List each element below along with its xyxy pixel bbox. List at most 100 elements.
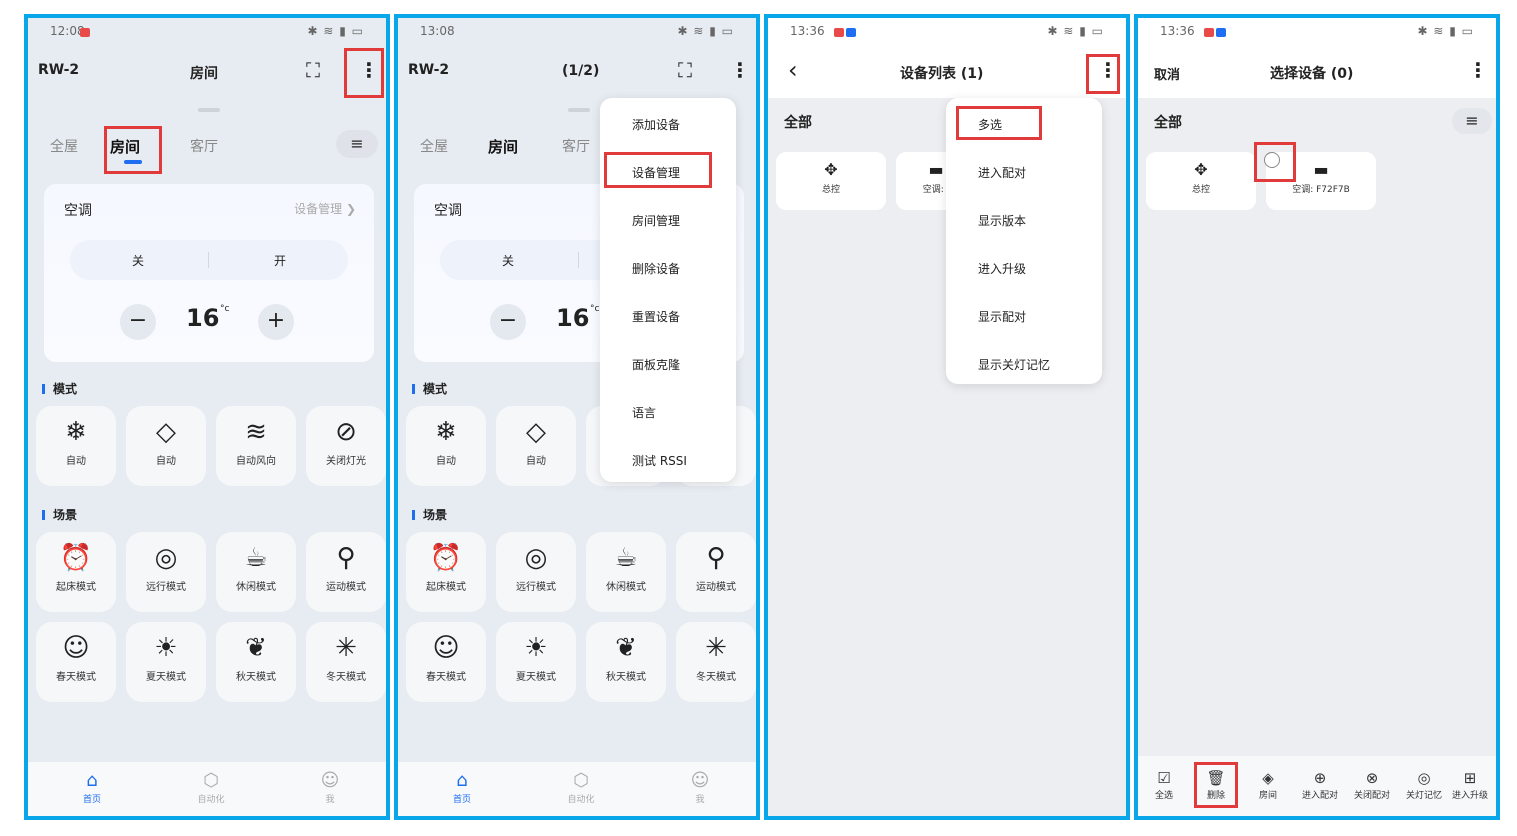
scene-button[interactable]: ❦ 秋天模式: [216, 622, 296, 702]
list-menu-icon[interactable]: ≡: [1452, 108, 1492, 134]
scene-button[interactable]: ☺ 春天模式: [406, 622, 486, 702]
screen-room-menu: 13:08 ✱ ≋ ▮ ▭ RW-2 (1/2) ⛶ ⋮ 全屋 房间 客厅 空调…: [394, 14, 760, 820]
mode-button[interactable]: ◇ 自动: [126, 406, 206, 486]
highlight-select: [1254, 142, 1296, 182]
cancel-button[interactable]: 取消: [1154, 64, 1180, 83]
tab-whole-house[interactable]: 全屋: [420, 136, 448, 156]
scene-button[interactable]: ☺ 春天模式: [36, 622, 116, 702]
scene-button[interactable]: ◎ 远行模式: [496, 532, 576, 612]
more-menu: 添加设备 设备管理 房间管理 删除设备 重置设备 面板克隆 语言 测试 RSSI: [600, 98, 736, 482]
dumbbell-icon: ⚲: [706, 543, 726, 573]
select-all-button[interactable]: ☑ 全选: [1138, 768, 1190, 801]
temp-decrease-button[interactable]: −: [490, 304, 526, 340]
close-pairing-button[interactable]: ⊗ 关闭配对: [1346, 768, 1398, 801]
scene-button[interactable]: ☕ 休闲模式: [586, 532, 666, 612]
drag-handle[interactable]: [568, 108, 590, 112]
menu-item-show-version[interactable]: 显示版本: [978, 212, 1026, 229]
device-card[interactable]: ✥ 总控: [1146, 152, 1256, 210]
status-bar: 13:36 ✱ ≋ ▮ ▭: [1138, 22, 1496, 42]
screen-device-list: 13:36 ✱ ≋ ▮ ▭ ‹ 设备列表 (1) ⋮ 全部 ✥ 总控 ▬ 空调: I…: [764, 14, 1130, 820]
scene-button[interactable]: ⏰ 起床模式: [36, 532, 116, 612]
scan-icon[interactable]: ⛶: [306, 58, 320, 82]
mode-button[interactable]: ❄ 自动: [406, 406, 486, 486]
room-button[interactable]: ◈ 房间: [1242, 768, 1294, 801]
menu-item-show-pairing[interactable]: 显示配对: [978, 308, 1026, 325]
flower-icon: ☺: [62, 633, 90, 663]
menu-item-language[interactable]: 语言: [632, 404, 656, 421]
scene-button[interactable]: ◎ 远行模式: [126, 532, 206, 612]
leaf-icon: ❦: [245, 633, 267, 663]
menu-item-add-device[interactable]: 添加设备: [632, 116, 680, 133]
home-icon: ⌂: [456, 770, 468, 791]
nav-me[interactable]: ☺ 我: [670, 770, 730, 805]
filter-all[interactable]: 全部: [1154, 112, 1182, 132]
light-off-icon: ⊘: [335, 417, 357, 447]
filter-all[interactable]: 全部: [784, 112, 812, 132]
tab-living-room[interactable]: 客厅: [562, 136, 590, 156]
divider: [578, 252, 579, 268]
status-bar: 12:08 ✱ ≋ ▮ ▭: [28, 22, 386, 42]
scene-button[interactable]: ✳ 冬天模式: [306, 622, 386, 702]
tab-living-room[interactable]: 客厅: [190, 136, 218, 156]
bottom-nav: ⌂ 首页 ⬡ 自动化 ☺ 我: [398, 762, 756, 816]
menu-item-delete-device[interactable]: 删除设备: [632, 260, 680, 277]
device-name: RW-2: [408, 62, 450, 78]
status-time: 13:36: [1160, 24, 1195, 38]
enter-upgrade-button[interactable]: ⊞ 进入升级: [1444, 768, 1496, 801]
wind-icon: ≋: [245, 417, 267, 447]
scene-button[interactable]: ⚲ 运动模式: [306, 532, 386, 612]
power-off-button[interactable]: 关: [502, 252, 514, 269]
dumbbell-icon: ⚲: [336, 543, 356, 573]
status-bar: 13:08 ✱ ≋ ▮ ▭: [398, 22, 756, 42]
nav-automation[interactable]: ⬡ 自动化: [551, 770, 611, 805]
light-memory-button[interactable]: ◎ 关灯记忆: [1398, 768, 1450, 801]
device-manage-link[interactable]: 设备管理 ❯: [294, 200, 356, 217]
section-scene: 场景: [42, 506, 77, 523]
scene-button[interactable]: ☀ 夏天模式: [496, 622, 576, 702]
scene-button[interactable]: ✳ 冬天模式: [676, 622, 756, 702]
enter-pairing-button[interactable]: ⊕ 进入配对: [1294, 768, 1346, 801]
list-menu-icon[interactable]: ≡: [336, 130, 378, 158]
shield-icon: ◇: [156, 417, 176, 447]
layers-icon: ◈: [1262, 769, 1274, 787]
nav-home[interactable]: ⌂ 首页: [62, 770, 122, 805]
menu-item-show-light-memory[interactable]: 显示关灯记忆: [978, 356, 1050, 373]
scan-icon[interactable]: ⛶: [678, 58, 692, 82]
mode-button[interactable]: ❄ 自动: [36, 406, 116, 486]
scene-button[interactable]: ⚲ 运动模式: [676, 532, 756, 612]
master-control-icon: ✥: [1194, 160, 1208, 179]
mode-button[interactable]: ⊘ 关闭灯光: [306, 406, 386, 486]
device-card[interactable]: ✥ 总控: [776, 152, 886, 210]
nav-home[interactable]: ⌂ 首页: [432, 770, 492, 805]
menu-item-enter-pairing[interactable]: 进入配对: [978, 164, 1026, 181]
temp-increase-button[interactable]: +: [258, 304, 294, 340]
more-menu-icon[interactable]: ⋮: [1468, 60, 1488, 80]
menu-item-reset-device[interactable]: 重置设备: [632, 308, 680, 325]
highlight-device-manage: [604, 152, 712, 188]
menu-item-room-manage[interactable]: 房间管理: [632, 212, 680, 229]
more-menu-icon[interactable]: ⋮: [730, 60, 750, 80]
tab-room[interactable]: 房间: [488, 136, 518, 157]
tab-whole-house[interactable]: 全屋: [50, 136, 78, 156]
mode-button[interactable]: ≋ 自动风向: [216, 406, 296, 486]
nav-me[interactable]: ☺ 我: [300, 770, 360, 805]
temp-decrease-button[interactable]: −: [120, 304, 156, 340]
mode-button[interactable]: ◇ 自动: [496, 406, 576, 486]
scene-button[interactable]: ❦ 秋天模式: [586, 622, 666, 702]
scene-button[interactable]: ☀ 夏天模式: [126, 622, 206, 702]
menu-item-test-rssi[interactable]: 测试 RSSI: [632, 452, 687, 469]
power-off-button[interactable]: 关: [132, 252, 144, 269]
drag-handle[interactable]: [198, 108, 220, 112]
highlight-delete: [1194, 762, 1238, 808]
back-icon[interactable]: ‹: [788, 56, 798, 84]
scene-button[interactable]: ☕ 休闲模式: [216, 532, 296, 612]
nav-automation[interactable]: ⬡ 自动化: [181, 770, 241, 805]
alarm-icon: ⏰: [59, 543, 93, 573]
smile-icon: ☺: [320, 770, 340, 791]
menu-item-panel-clone[interactable]: 面板克隆: [632, 356, 680, 373]
menu-item-enter-upgrade[interactable]: 进入升级: [978, 260, 1026, 277]
globe-icon: ◎: [524, 543, 548, 573]
status-icons: ✱ ≋ ▮ ▭: [677, 24, 734, 38]
power-on-button[interactable]: 开: [274, 252, 286, 269]
scene-button[interactable]: ⏰ 起床模式: [406, 532, 486, 612]
